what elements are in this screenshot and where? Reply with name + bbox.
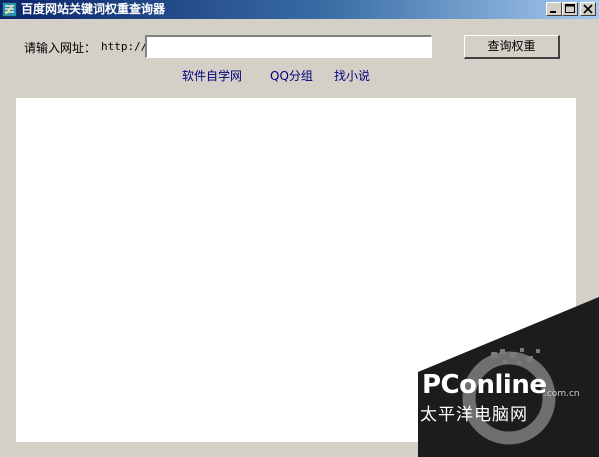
url-input[interactable] [145, 35, 432, 58]
app-window: 百度网站关键词权重查询器 请输入网址： http:// 查询权重 软件自学网 Q… [0, 0, 599, 457]
query-weight-button[interactable]: 查询权重 [464, 35, 560, 59]
minimize-icon [550, 11, 556, 13]
minimize-button[interactable] [546, 2, 562, 16]
app-icon [2, 2, 17, 17]
title-bar[interactable]: 百度网站关键词权重查询器 [0, 0, 599, 19]
window-title: 百度网站关键词权重查询器 [21, 2, 166, 16]
close-button[interactable] [580, 2, 596, 16]
link-find-novels[interactable]: 找小说 [334, 67, 370, 84]
url-label: 请输入网址： [24, 41, 97, 55]
close-icon [583, 4, 593, 14]
maximize-button[interactable] [562, 2, 578, 16]
url-scheme-prefix: http:// [101, 40, 148, 53]
link-qq-groups[interactable]: QQ分组 [270, 67, 313, 84]
results-panel [16, 98, 576, 442]
maximize-icon [565, 4, 575, 13]
link-software-learning[interactable]: 软件自学网 [182, 67, 242, 84]
